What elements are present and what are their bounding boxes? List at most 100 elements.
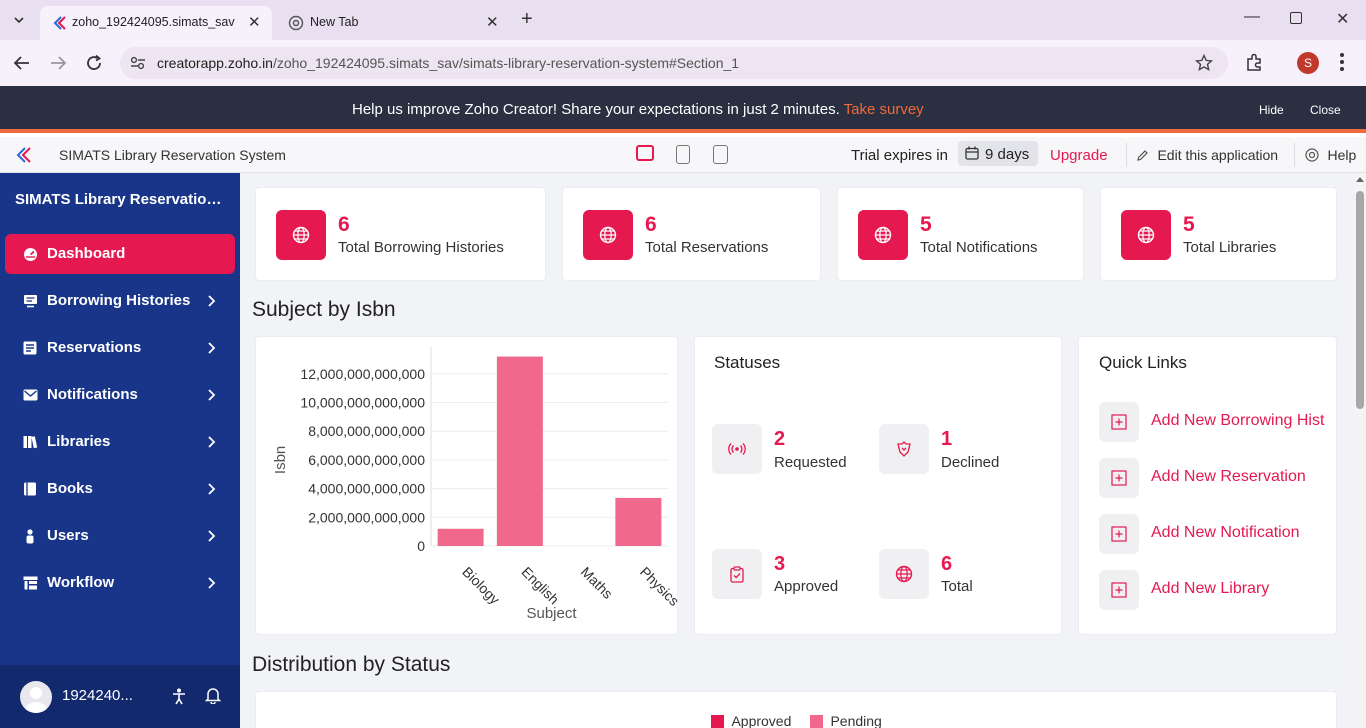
user-name[interactable]: 1924240... — [62, 687, 133, 704]
accessibility-icon[interactable] — [172, 688, 186, 705]
avatar[interactable] — [20, 681, 52, 713]
kpi-card-borrowing-histories[interactable]: 6 Total Borrowing Histories — [255, 187, 546, 281]
add-icon[interactable] — [1099, 458, 1139, 498]
user-avatar-icon — [25, 687, 47, 713]
legend-approved[interactable]: Approved — [711, 713, 791, 728]
kpi-label: Total Reservations — [645, 239, 769, 256]
kpi-value: 5 — [920, 213, 932, 236]
y-tick-label: 0 — [417, 538, 425, 554]
tablet-view-icon[interactable] — [676, 145, 690, 164]
chevron-right-icon — [208, 577, 216, 589]
sidebar-item-borrowing-histories[interactable]: Borrowing Histories — [5, 281, 235, 321]
chevron-right-icon — [208, 342, 216, 354]
reload-icon[interactable] — [85, 54, 103, 72]
page-scrollbar[interactable] — [1354, 173, 1366, 728]
report-icon — [22, 293, 38, 309]
profile-avatar[interactable]: S — [1297, 52, 1319, 74]
status-value-declined: 1 — [941, 428, 953, 450]
sidebar-item-label: Users — [47, 527, 89, 544]
sidebar-item-libraries[interactable]: Libraries — [5, 422, 235, 462]
close-tab-icon[interactable]: ✕ — [486, 13, 499, 31]
x-tick-label: Maths — [578, 564, 616, 602]
quick-link-add-borrowing-history[interactable]: Add New Borrowing Hist — [1151, 412, 1324, 430]
bookmark-star-icon[interactable] — [1195, 54, 1213, 72]
back-icon[interactable] — [13, 55, 31, 71]
mail-icon — [22, 387, 38, 403]
y-tick-label: 12,000,000,000,000 — [300, 366, 425, 382]
kpi-card-libraries[interactable]: 5 Total Libraries — [1100, 187, 1337, 281]
quick-links-card: Quick Links Add New Borrowing Hist Add N… — [1078, 336, 1337, 635]
edit-application-button[interactable]: Edit this application — [1136, 147, 1278, 165]
sidebar-item-reservations[interactable]: Reservations — [5, 328, 235, 368]
sidebar-item-books[interactable]: Books — [5, 469, 235, 509]
statuses-title: Statuses — [714, 353, 781, 372]
form-icon — [22, 340, 38, 356]
add-icon[interactable] — [1099, 570, 1139, 610]
scroll-up-arrow[interactable] — [1356, 177, 1364, 182]
tab-search-button[interactable] — [8, 9, 30, 31]
status-label-total: Total — [941, 578, 973, 595]
zoho-creator-logo-icon[interactable] — [14, 146, 34, 164]
help-label: Help — [1327, 147, 1357, 163]
bell-icon[interactable] — [205, 687, 221, 704]
restore-button[interactable] — [1290, 12, 1302, 24]
browser-menu-icon[interactable] — [1340, 53, 1344, 71]
app-header: SIMATS Library Reservation System Trial … — [0, 137, 1366, 173]
address-bar[interactable]: creatorapp.zoho.in/zoho_192424095.simats… — [120, 47, 1228, 79]
y-tick-label: 10,000,000,000,000 — [300, 395, 425, 411]
browser-tab-newtab[interactable]: New Tab ✕ — [276, 6, 512, 40]
close-banner-button[interactable]: Close — [1310, 103, 1341, 117]
help-button[interactable]: Help — [1305, 147, 1356, 165]
quick-links-title: Quick Links — [1099, 353, 1187, 372]
kpi-label: Total Notifications — [920, 239, 1038, 256]
mobile-view-icon[interactable] — [713, 145, 728, 164]
new-tab-button[interactable]: + — [521, 8, 533, 31]
browser-tab-active[interactable]: zoho_192424095.simats_sav - SIMATS Libra… — [40, 6, 272, 40]
scrollbar-thumb[interactable] — [1356, 191, 1364, 409]
y-tick-label: 4,000,000,000,000 — [308, 481, 425, 497]
trial-text: Trial expires in — [851, 147, 948, 164]
add-icon[interactable] — [1099, 514, 1139, 554]
sidebar-item-label: Books — [47, 480, 93, 497]
globe-icon — [276, 210, 326, 260]
extensions-icon[interactable] — [1245, 53, 1264, 72]
legend-pending[interactable]: Pending — [810, 713, 882, 728]
main-content: 6 Total Borrowing Histories 6 Total Rese… — [240, 173, 1366, 728]
quick-link-add-library[interactable]: Add New Library — [1151, 580, 1269, 598]
minimize-button[interactable]: — — [1244, 8, 1260, 26]
library-icon — [22, 434, 38, 450]
chart-card: 0 2,000,000,000,000 4,000,000,000,000 6,000… — [255, 336, 679, 635]
forward-icon[interactable] — [49, 55, 67, 71]
desktop-view-icon[interactable] — [636, 145, 654, 161]
chevron-down-icon — [14, 17, 24, 24]
sidebar-item-dashboard[interactable]: Dashboard — [5, 234, 235, 274]
sidebar-item-label: Libraries — [47, 433, 111, 450]
sidebar-item-notifications[interactable]: Notifications — [5, 375, 235, 415]
sidebar-item-label: Dashboard — [47, 245, 126, 262]
site-settings-icon[interactable] — [130, 56, 146, 70]
y-tick-label: 2,000,000,000,000 — [308, 509, 425, 525]
sidebar-item-workflow[interactable]: Workflow — [5, 563, 235, 603]
y-tick-label: 8,000,000,000,000 — [308, 423, 425, 439]
chevron-right-icon — [208, 389, 216, 401]
take-survey-link[interactable]: Take survey — [844, 101, 924, 118]
y-axis-title: Isbn — [272, 446, 289, 474]
bar-physics — [615, 497, 662, 546]
kpi-card-reservations[interactable]: 6 Total Reservations — [562, 187, 821, 281]
quick-link-add-notification[interactable]: Add New Notification — [1151, 524, 1300, 542]
close-tab-icon[interactable]: ✕ — [248, 13, 261, 31]
kpi-card-notifications[interactable]: 5 Total Notifications — [837, 187, 1084, 281]
quick-link-add-reservation[interactable]: Add New Reservation — [1151, 468, 1306, 486]
status-value-total: 6 — [941, 553, 953, 575]
hide-banner-button[interactable]: Hide — [1259, 103, 1284, 117]
browser-toolbar: creatorapp.zoho.in/zoho_192424095.simats… — [0, 40, 1366, 86]
close-window-button[interactable]: ✕ — [1336, 9, 1349, 29]
user-bar: 1924240... — [0, 665, 240, 728]
kpi-label: Total Borrowing Histories — [338, 239, 504, 256]
add-icon[interactable] — [1099, 402, 1139, 442]
x-axis-title: Subject — [526, 605, 577, 622]
sidebar-item-users[interactable]: Users — [5, 516, 235, 556]
bar-english — [496, 356, 543, 546]
x-tick-label: Physics — [637, 564, 679, 609]
upgrade-link[interactable]: Upgrade — [1050, 147, 1108, 164]
